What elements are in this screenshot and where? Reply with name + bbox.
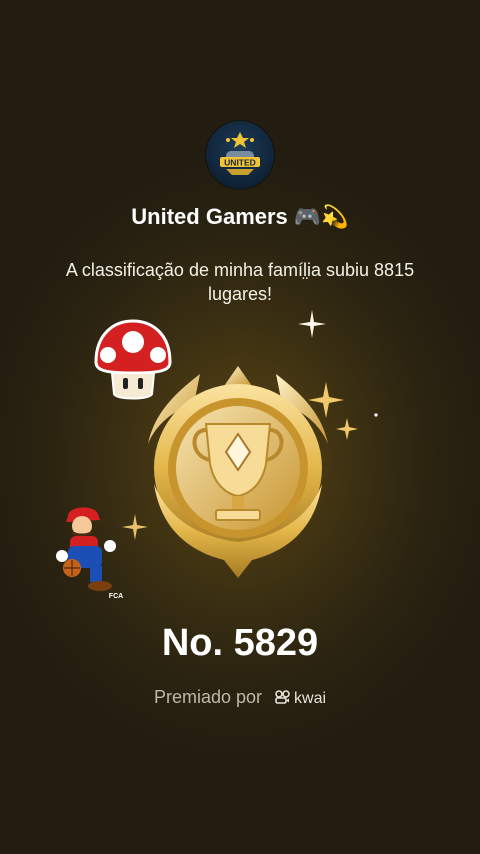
awarded-by-label: Premiado por — [153, 687, 263, 707]
sparkle-dot-icon — [374, 413, 378, 417]
united-gamers-logo-icon: UNITED — [220, 132, 260, 175]
kwai-logo-icon — [275, 690, 290, 704]
awarded-by: Premiado por kwai — [0, 687, 480, 708]
group-name: United Gamers 🎮💫 — [131, 204, 349, 229]
rank-up-message: A classificação de minha famíl̤ia subiu … — [65, 260, 415, 304]
svg-text:FCA: FCA — [109, 593, 123, 600]
avatar-text: UNITED — [224, 158, 256, 168]
family-rank: No. 5829 — [161, 622, 319, 664]
trophy-medal-icon — [148, 366, 328, 578]
sparkle-icon — [298, 310, 326, 338]
kwai-brand: kwai — [275, 687, 326, 707]
kwai-brand-text: kwai — [294, 690, 327, 707]
group-avatar[interactable]: UNITED — [206, 121, 274, 189]
mario-sticker-icon: FCA — [56, 507, 123, 600]
